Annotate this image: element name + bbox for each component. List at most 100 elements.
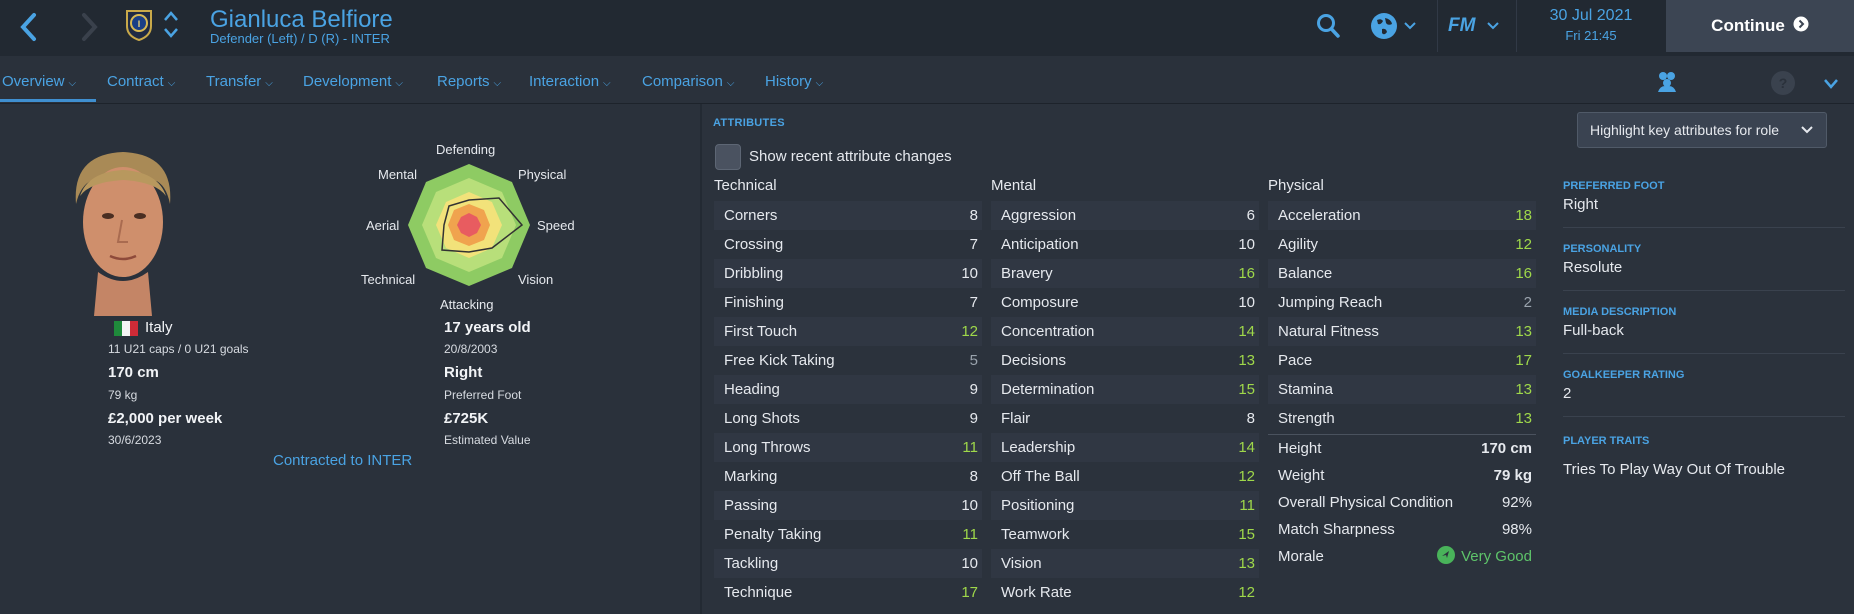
attribute-row[interactable]: Work Rate 12: [991, 578, 1259, 607]
attribute-row[interactable]: Decisions 13: [991, 346, 1259, 375]
squad-icon[interactable]: [1654, 70, 1680, 99]
attribute-row[interactable]: Balance 16: [1268, 259, 1536, 288]
chevron-up-icon[interactable]: [163, 9, 179, 27]
attribute-row[interactable]: Concentration 14: [991, 317, 1259, 346]
attribute-row[interactable]: Passing 10: [714, 491, 982, 520]
fm-chevron-down-icon[interactable]: [1486, 18, 1500, 36]
attribute-row[interactable]: Composure 10: [991, 288, 1259, 317]
highlight-role-dropdown[interactable]: Highlight key attributes for role: [1577, 112, 1827, 148]
fm-logo[interactable]: FM: [1448, 15, 1475, 37]
attribute-row[interactable]: Free Kick Taking 5: [714, 346, 982, 375]
tab-comparison[interactable]: Comparison ⌵: [642, 73, 734, 90]
tab-interaction[interactable]: Interaction ⌵: [529, 73, 611, 90]
attribute-row[interactable]: Crossing 7: [714, 230, 982, 259]
stat-name: Weight: [1278, 467, 1325, 484]
attribute-row[interactable]: Strength 13: [1268, 404, 1536, 433]
attribute-name: Work Rate: [1001, 584, 1072, 601]
back-arrow-icon[interactable]: [18, 12, 40, 42]
goalkeeper-rating-section: GOALKEEPER RATING 2: [1563, 369, 1843, 402]
attribute-row[interactable]: Heading 9: [714, 375, 982, 404]
attribute-row[interactable]: Anticipation 10: [991, 230, 1259, 259]
player-trait[interactable]: Tries To Play Way Out Of Trouble: [1563, 461, 1843, 478]
attribute-value: 10: [1238, 236, 1255, 253]
stat-value: 92%: [1501, 494, 1532, 511]
globe-chevron-down-icon[interactable]: [1403, 18, 1417, 36]
attribute-name: Off The Ball: [1001, 468, 1080, 485]
attribute-row[interactable]: Leadership 14: [991, 433, 1259, 462]
attribute-row[interactable]: Bravery 16: [991, 259, 1259, 288]
continue-button[interactable]: Continue: [1666, 0, 1854, 52]
personality-section: PERSONALITY Resolute: [1563, 243, 1843, 276]
player-name[interactable]: Gianluca Belfiore: [210, 6, 393, 34]
attribute-row[interactable]: Teamwork 15: [991, 520, 1259, 549]
tab-history[interactable]: History ⌵: [765, 73, 823, 90]
attribute-value: 17: [1515, 352, 1532, 369]
section-label: MEDIA DESCRIPTION: [1563, 306, 1677, 318]
attribute-name: Tackling: [724, 555, 779, 572]
radar-label-attacking: Attacking: [440, 297, 494, 312]
attribute-row[interactable]: Finishing 7: [714, 288, 982, 317]
attribute-row[interactable]: Marking 8: [714, 462, 982, 491]
chevron-down-icon: ⌵: [395, 78, 403, 89]
section-label: PERSONALITY: [1563, 243, 1642, 255]
help-icon[interactable]: ?: [1770, 70, 1796, 101]
attribute-row[interactable]: Pace 17: [1268, 346, 1536, 375]
attribute-row[interactable]: Stamina 13: [1268, 375, 1536, 404]
morale-indicator[interactable]: Very Good: [1437, 545, 1532, 568]
attribute-row[interactable]: Determination 15: [991, 375, 1259, 404]
menu-chevron-down-icon[interactable]: [1823, 77, 1839, 95]
chevron-down-icon[interactable]: [163, 26, 179, 44]
attribute-value: 10: [1238, 294, 1255, 311]
nationality[interactable]: Italy: [145, 319, 173, 336]
attribute-value: 7: [969, 236, 978, 253]
player-portrait: [58, 144, 188, 321]
physical-stat-row: Weight 79 kg: [1268, 462, 1536, 489]
italy-flag-icon: [114, 321, 138, 336]
section-value: Full-back: [1563, 322, 1624, 339]
attribute-name: Heading: [724, 381, 780, 398]
attribute-row[interactable]: Positioning 11: [991, 491, 1259, 520]
contracted-to-link[interactable]: Contracted to INTER: [273, 452, 412, 469]
attribute-value: 8: [969, 207, 978, 224]
tab-reports[interactable]: Reports ⌵: [437, 73, 501, 90]
tab-overview[interactable]: Overview ⌵: [2, 73, 76, 90]
attribute-name: Decisions: [1001, 352, 1067, 369]
panel-divider: [700, 104, 702, 614]
stat-name: Height: [1278, 440, 1322, 457]
attribute-row[interactable]: Agility 12: [1268, 230, 1536, 259]
attribute-row[interactable]: Jumping Reach 2: [1268, 288, 1536, 317]
attribute-row[interactable]: Off The Ball 12: [991, 462, 1259, 491]
attribute-row[interactable]: Dribbling 10: [714, 259, 982, 288]
section-value: 2: [1563, 385, 1572, 402]
attribute-row[interactable]: Corners 8: [714, 201, 982, 230]
highlight-role-label: Highlight key attributes for role: [1590, 122, 1780, 138]
tab-development[interactable]: Development ⌵: [303, 73, 403, 90]
attribute-row[interactable]: Vision 13: [991, 549, 1259, 578]
tab-transfer[interactable]: Transfer ⌵: [206, 73, 273, 90]
attribute-row[interactable]: Aggression 6: [991, 201, 1259, 230]
attribute-name: Anticipation: [1001, 236, 1079, 253]
attribute-name: Passing: [724, 497, 778, 514]
show-changes-checkbox[interactable]: [715, 144, 741, 170]
attribute-row[interactable]: First Touch 12: [714, 317, 982, 346]
search-icon[interactable]: [1316, 13, 1340, 44]
attribute-row[interactable]: Long Shots 9: [714, 404, 982, 433]
attribute-row[interactable]: Penalty Taking 11: [714, 520, 982, 549]
attribute-row[interactable]: Long Throws 11: [714, 433, 982, 462]
active-tab-indicator: [0, 99, 96, 102]
tab-contract[interactable]: Contract ⌵: [107, 73, 175, 90]
attribute-row[interactable]: Technique 17: [714, 578, 982, 607]
forward-arrow-icon[interactable]: [78, 12, 100, 42]
radar-label-speed: Speed: [537, 218, 575, 233]
attribute-row[interactable]: Acceleration 18: [1268, 201, 1536, 230]
attribute-name: Crossing: [724, 236, 784, 253]
globe-icon[interactable]: [1369, 11, 1399, 46]
attribute-value: 15: [1238, 526, 1255, 543]
player-traits-section: PLAYER TRAITS Tries To Play Way Out Of T…: [1563, 435, 1843, 478]
attribute-name: Finishing: [724, 294, 785, 311]
attribute-row[interactable]: Tackling 10: [714, 549, 982, 578]
attribute-row[interactable]: Flair 8: [991, 404, 1259, 433]
attribute-row[interactable]: Natural Fitness 13: [1268, 317, 1536, 346]
radar-label-defending: Defending: [436, 142, 496, 157]
show-changes-label[interactable]: Show recent attribute changes: [749, 148, 952, 165]
